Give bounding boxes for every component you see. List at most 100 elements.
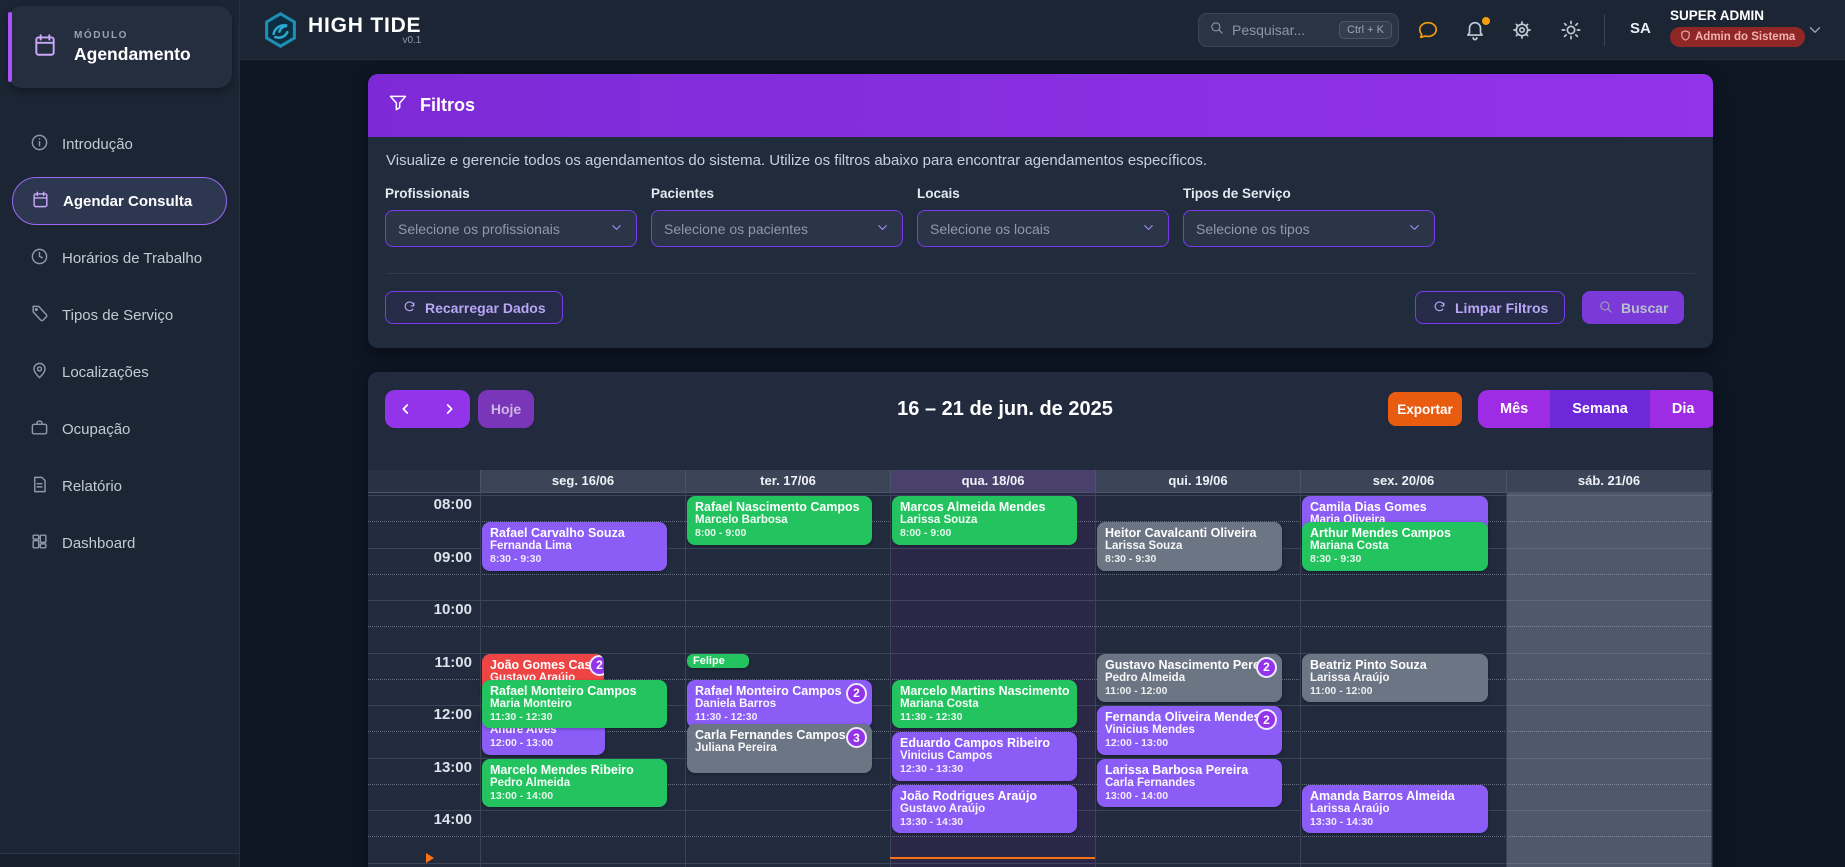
avatar-initials[interactable]: SA xyxy=(1630,20,1651,37)
time-label: 14:00 xyxy=(433,811,472,828)
event-patient: Carla Fernandes xyxy=(1105,776,1196,789)
reload-data-button[interactable]: Recarregar Dados xyxy=(385,291,563,324)
sidebar-item-ocupa-o[interactable]: Ocupação xyxy=(0,405,239,453)
event[interactable]: Rafael Carvalho Souza Fernanda Lima 8:30 -… xyxy=(482,522,667,571)
event-professional: Gustavo Nascimento Pereira xyxy=(1105,657,1274,672)
event-time: 11:30 - 12:30 xyxy=(490,710,553,723)
event[interactable]: Beatriz Pinto Souza Larissa Araújo 11:00 -… xyxy=(1302,653,1488,702)
prev-week-chevron-left-icon[interactable] xyxy=(385,390,428,428)
search-button[interactable]: Buscar xyxy=(1582,291,1685,324)
sidebar-item-relat-rio[interactable]: Relatório xyxy=(0,462,239,510)
event[interactable]: Rafael Monteiro Campos Maria Monteiro 11:3… xyxy=(482,679,667,729)
event[interactable]: Rafael Nascimento Campos Marcelo Barbosa 8… xyxy=(687,496,872,545)
event[interactable]: Gustavo Nascimento Pereira Pedro Almeida 1… xyxy=(1097,653,1282,702)
brand: HIGH TIDE v0.1 xyxy=(262,11,421,49)
refresh-icon xyxy=(402,299,417,317)
filters-panel: Filtros Visualize e gerencie todos os ag… xyxy=(368,74,1713,348)
event-professional: Fernanda Oliveira Mendes xyxy=(1105,710,1261,724)
event-professional: João Rodrigues Araújo xyxy=(900,788,1038,803)
global-search[interactable]: Ctrl + K xyxy=(1198,13,1399,47)
event[interactable]: Larissa Barbosa Pereira Carla Fernandes 13… xyxy=(1097,758,1282,807)
sidebar-item-localiza-es[interactable]: Localizações xyxy=(0,348,239,396)
report-icon xyxy=(30,475,49,498)
view-button-month[interactable]: Mês xyxy=(1478,390,1551,428)
sidebar-item-label: Ocupação xyxy=(62,420,131,438)
next-week-chevron-right-icon[interactable] xyxy=(428,390,471,428)
event[interactable]: Amanda Barros Almeida Larissa Araújo 13:30… xyxy=(1302,784,1488,834)
event-patient: Daniela Barros xyxy=(695,697,777,710)
view-button-day[interactable]: Dia xyxy=(1649,390,1713,428)
search-icon xyxy=(1598,299,1613,317)
event-professional: Amanda Barros Almeida xyxy=(1310,788,1455,803)
clock-icon xyxy=(30,247,49,270)
sidebar-item-agendar-consulta[interactable]: Agendar Consulta xyxy=(12,177,227,225)
event-time: 13:30 - 14:30 xyxy=(1310,815,1374,828)
module-card[interactable]: MÓDULO Agendamento xyxy=(8,6,232,88)
gutter-header xyxy=(368,470,480,492)
select-placeholder: Selecione os tipos xyxy=(1196,220,1310,237)
notifications-bell-icon[interactable] xyxy=(1464,17,1490,43)
view-button-week[interactable]: Semana xyxy=(1550,390,1650,428)
filter-label: Profissionais xyxy=(385,186,470,201)
event-patient: Larissa Araújo xyxy=(1310,671,1390,684)
event-count-badge: 2 xyxy=(846,682,867,704)
event-time: 13:00 - 14:00 xyxy=(1105,789,1169,802)
event-professional: Marcelo Martins Nascimento xyxy=(900,683,1069,698)
sidebar-item-tipos-de-servi-o[interactable]: Tipos de Serviço xyxy=(0,291,239,339)
theme-sun-icon[interactable] xyxy=(1560,19,1584,43)
sidebar-item-dashboard[interactable]: Dashboard xyxy=(0,519,239,567)
event[interactable]: Arthur Mendes Campos Mariana Costa 8:30 - … xyxy=(1302,522,1488,571)
event[interactable]: Eduardo Campos Ribeiro Vinicius Campos 12:… xyxy=(892,732,1077,781)
event-professional: Marcos Almeida Mendes xyxy=(900,500,1046,514)
filter-field: Pacientes Selecione os pacientes xyxy=(651,186,903,247)
sidebar-item-label: Dashboard xyxy=(62,534,136,552)
time-label: 09:00 xyxy=(433,548,472,566)
event-professional: Rafael Monteiro Campos xyxy=(490,683,637,698)
event[interactable]: Marcos Almeida Mendes Larissa Souza 8:00 -… xyxy=(892,496,1077,545)
event-patient: Gustavo Araújo xyxy=(900,802,986,815)
export-button[interactable]: Exportar xyxy=(1388,392,1462,426)
search-input[interactable] xyxy=(1224,22,1340,38)
event-time: 13:30 - 14:30 xyxy=(900,815,964,828)
event[interactable]: Marcelo Mendes Ribeiro Pedro Almeida 13:00… xyxy=(482,758,667,807)
user-menu-chevron-down-icon[interactable] xyxy=(1806,21,1830,45)
filter-select[interactable]: Selecione os tipos xyxy=(1183,210,1435,247)
notification-dot xyxy=(1482,17,1490,25)
event[interactable]: Felipe xyxy=(687,653,749,668)
settings-gear-icon[interactable] xyxy=(1511,19,1535,43)
hour-line xyxy=(368,600,1711,601)
column-divider xyxy=(1300,492,1301,867)
event-count-badge: 2 xyxy=(589,654,604,676)
column-divider xyxy=(1711,492,1712,867)
filter-select[interactable]: Selecione os locais xyxy=(917,210,1169,247)
event[interactable]: Fernanda Oliveira Mendes Vinicius Mendes 1… xyxy=(1097,706,1282,755)
today-button[interactable]: Hoje xyxy=(478,390,534,428)
sidebar-item-hor-rios-de-trabalho[interactable]: Horários de Trabalho xyxy=(0,234,239,282)
sidebar-item-label: Agendar Consulta xyxy=(63,192,193,210)
chevron-down-icon xyxy=(1141,220,1156,238)
event[interactable]: Rafael Monteiro Campos Daniela Barros 11:3… xyxy=(687,679,872,729)
sidebar-item-label: Localizações xyxy=(62,363,149,381)
module-title: Agendamento xyxy=(74,43,191,64)
app-root: MÓDULO Agendamento Introdução Agendar Con… xyxy=(0,0,1845,867)
event-time: 12:00 - 13:00 xyxy=(1105,737,1169,749)
clear-filters-button[interactable]: Limpar Filtros xyxy=(1415,291,1566,324)
filters-title: Filtros xyxy=(420,95,476,115)
event-time: 12:00 - 13:00 xyxy=(490,737,554,749)
event-professional: Beatriz Pinto Souza xyxy=(1310,657,1427,672)
filters-divider xyxy=(386,273,1695,274)
event[interactable]: Heitor Cavalcanti Oliveira Larissa Souza 8… xyxy=(1097,522,1282,571)
sidebar-item-introdu-o[interactable]: Introdução xyxy=(0,120,239,168)
view-switcher: Mês Semana Dia xyxy=(1478,390,1713,428)
event[interactable]: Marcelo Martins Nascimento Mariana Costa 1… xyxy=(892,679,1077,729)
event[interactable]: João Rodrigues Araújo Gustavo Araújo 13:30… xyxy=(892,784,1077,834)
chat-icon[interactable] xyxy=(1417,19,1441,43)
event[interactable]: Carla Fernandes Campos Juliana Pereira 3 xyxy=(687,724,872,773)
dashboard-icon xyxy=(30,532,49,555)
event-time: 11:00 - 12:00 xyxy=(1105,684,1168,697)
filter-label: Locais xyxy=(917,186,960,201)
filter-select[interactable]: Selecione os profissionais xyxy=(385,210,637,247)
event-professional: Eduardo Campos Ribeiro xyxy=(900,736,1051,751)
sidebar-item-label: Horários de Trabalho xyxy=(62,249,203,267)
filter-select[interactable]: Selecione os pacientes xyxy=(651,210,903,247)
